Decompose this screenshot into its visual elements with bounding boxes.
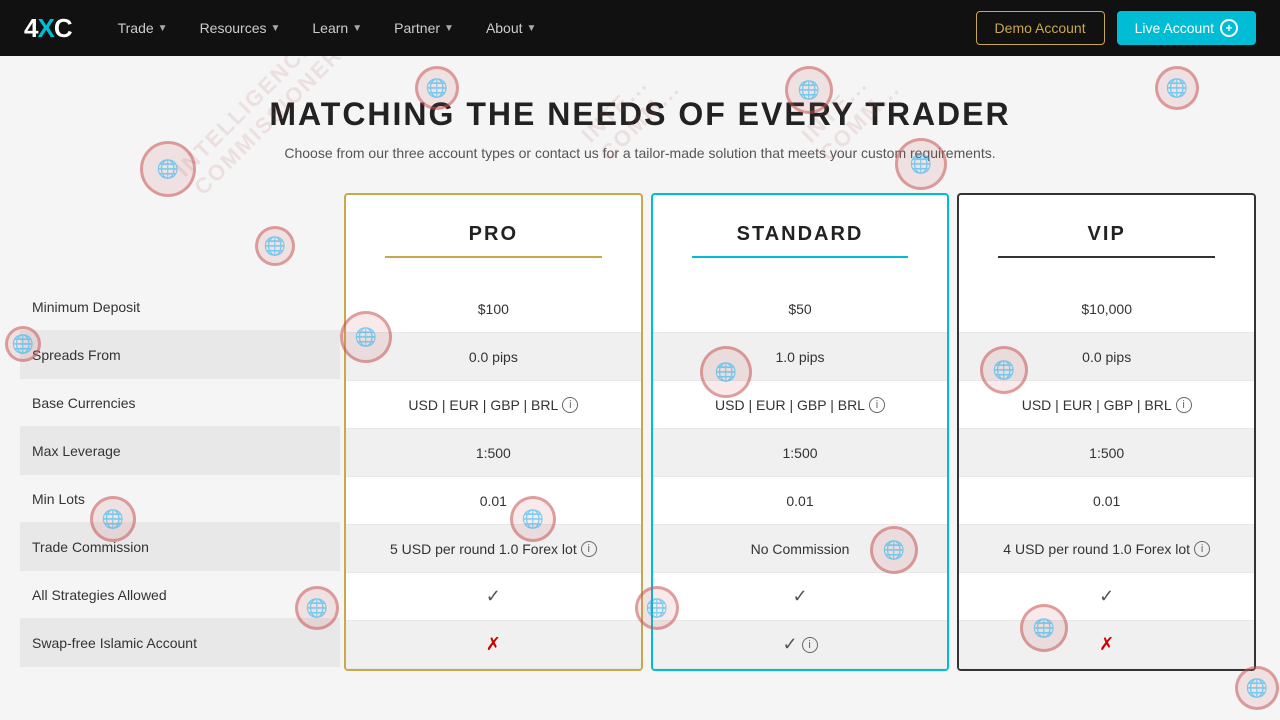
chevron-down-icon: ▼ [158, 23, 168, 34]
check-icon: ✓ [792, 586, 807, 607]
pro-spreads: 0.0 pips [346, 333, 641, 381]
comparison-table: Minimum Deposit Spreads From Base Curren… [20, 193, 1260, 671]
cross-icon: ✗ [1099, 634, 1114, 655]
nav-about-label: About [486, 20, 523, 36]
pro-min-lots: 0.01 [346, 477, 641, 525]
nav-links: Trade ▼ Resources ▼ Learn ▼ Partner ▼ Ab… [104, 12, 976, 44]
nav-about[interactable]: About ▼ [472, 12, 551, 44]
nav-trade-label: Trade [118, 20, 154, 36]
plan-vip-header: VIP [959, 195, 1254, 285]
info-icon[interactable]: i [869, 397, 885, 413]
chevron-down-icon: ▼ [270, 23, 280, 34]
plan-pro-header: PRO [346, 195, 641, 285]
label-min-lots: Min Lots [20, 475, 340, 523]
standard-base-currencies: USD | EUR | GBP | BRL i [653, 381, 948, 429]
pro-commission: 5 USD per round 1.0 Forex lot i [346, 525, 641, 573]
chevron-down-icon: ▼ [352, 23, 362, 34]
label-spreads-from: Spreads From [20, 331, 340, 379]
plan-vip-name: VIP [1088, 223, 1126, 246]
vip-base-currencies: USD | EUR | GBP | BRL i [959, 381, 1254, 429]
pro-islamic: ✗ [346, 621, 641, 669]
plan-vip-divider [998, 256, 1215, 258]
nav-trade[interactable]: Trade ▼ [104, 12, 182, 44]
label-trade-commission: Trade Commission [20, 523, 340, 571]
cross-icon: ✗ [486, 634, 501, 655]
nav-resources-label: Resources [200, 20, 267, 36]
info-icon[interactable]: i [562, 397, 578, 413]
vip-min-lots: 0.01 [959, 477, 1254, 525]
pro-min-deposit: $100 [346, 285, 641, 333]
info-icon[interactable]: i [581, 541, 597, 557]
nav-partner[interactable]: Partner ▼ [380, 12, 468, 44]
main-content: 🌐 🌐 🌐 🌐 🌐 🌐 🌐 🌐 🌐 🌐 🌐 🌐 🌐 🌐 🌐 🌐 🌐 🌐 INTE… [0, 56, 1280, 720]
check-icon: ✓ [782, 634, 797, 655]
nav-resources[interactable]: Resources ▼ [186, 12, 295, 44]
nav-learn[interactable]: Learn ▼ [298, 12, 376, 44]
label-base-currencies: Base Currencies [20, 379, 340, 427]
standard-spreads: 1.0 pips [653, 333, 948, 381]
plus-icon: + [1220, 19, 1238, 37]
label-max-leverage: Max Leverage [20, 427, 340, 475]
plan-vip: VIP $10,000 0.0 pips USD | EUR | GBP | B… [957, 193, 1256, 671]
standard-strategies: ✓ [653, 573, 948, 621]
pro-base-currencies: USD | EUR | GBP | BRL i [346, 381, 641, 429]
plan-pro: PRO $100 0.0 pips USD | EUR | GBP | BRL … [344, 193, 643, 671]
vip-spreads: 0.0 pips [959, 333, 1254, 381]
plan-standard-name: STANDARD [737, 223, 864, 246]
chevron-down-icon: ▼ [527, 23, 537, 34]
labels-column: Minimum Deposit Spreads From Base Curren… [20, 193, 340, 671]
globe-watermark: 🌐 [1235, 666, 1279, 710]
standard-min-lots: 0.01 [653, 477, 948, 525]
label-header-spacer [20, 193, 340, 283]
plan-standard: STANDARD $50 1.0 pips USD | EUR | GBP | … [651, 193, 950, 671]
plan-standard-header: STANDARD [653, 195, 948, 285]
vip-strategies: ✓ [959, 573, 1254, 621]
page-title: MATCHING THE NEEDS OF EVERY TRADER [20, 96, 1260, 133]
info-icon[interactable]: i [1194, 541, 1210, 557]
vip-commission: 4 USD per round 1.0 Forex lot i [959, 525, 1254, 573]
live-account-button[interactable]: Live Account + [1117, 11, 1256, 45]
label-minimum-deposit: Minimum Deposit [20, 283, 340, 331]
plan-pro-divider [385, 256, 602, 258]
chevron-down-icon: ▼ [444, 23, 454, 34]
info-icon[interactable]: i [802, 637, 818, 653]
live-account-label: Live Account [1135, 20, 1214, 36]
standard-min-deposit: $50 [653, 285, 948, 333]
check-icon: ✓ [486, 586, 501, 607]
standard-commission: No Commission [653, 525, 948, 573]
pro-max-leverage: 1:500 [346, 429, 641, 477]
logo[interactable]: 4XC [24, 13, 72, 44]
plan-pro-name: PRO [469, 223, 518, 246]
vip-max-leverage: 1:500 [959, 429, 1254, 477]
page-subtitle: Choose from our three account types or c… [20, 145, 1260, 161]
navbar: 4XC Trade ▼ Resources ▼ Learn ▼ Partner … [0, 0, 1280, 56]
vip-min-deposit: $10,000 [959, 285, 1254, 333]
check-icon: ✓ [1099, 586, 1114, 607]
standard-islamic: ✓ i [653, 621, 948, 669]
demo-account-button[interactable]: Demo Account [976, 11, 1105, 45]
nav-learn-label: Learn [312, 20, 348, 36]
plan-standard-divider [692, 256, 909, 258]
standard-max-leverage: 1:500 [653, 429, 948, 477]
label-swap-free: Swap-free Islamic Account [20, 619, 340, 667]
vip-islamic: ✗ [959, 621, 1254, 669]
pro-strategies: ✓ [346, 573, 641, 621]
nav-actions: Demo Account Live Account + [976, 11, 1256, 45]
nav-partner-label: Partner [394, 20, 440, 36]
label-all-strategies: All Strategies Allowed [20, 571, 340, 619]
info-icon[interactable]: i [1176, 397, 1192, 413]
